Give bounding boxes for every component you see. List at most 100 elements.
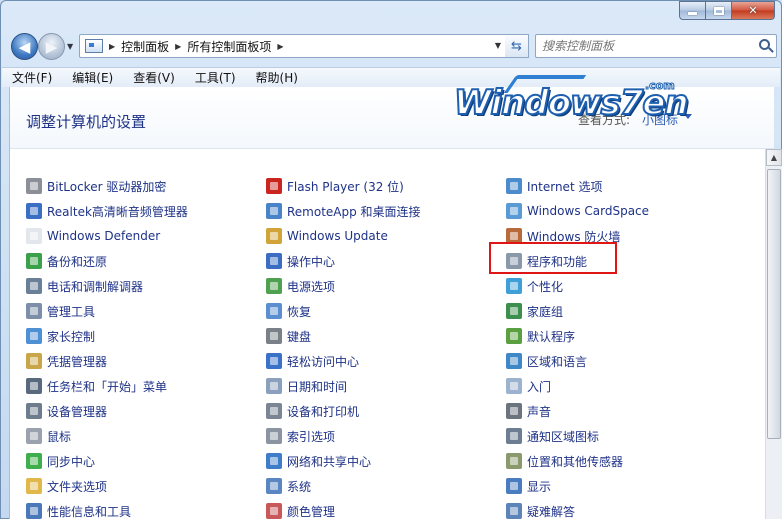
control-panel-item[interactable]: 文件夹选项 [26, 475, 107, 497]
control-panel-item[interactable]: 入门 [506, 375, 551, 397]
close-button[interactable]: ✕ [731, 1, 775, 20]
back-arrow-icon: ◀ [18, 37, 31, 56]
control-panel-item[interactable]: 显示 [506, 475, 551, 497]
refresh-button[interactable]: ⇆ [505, 34, 529, 58]
control-panel-item-label: 轻松访问中心 [287, 354, 360, 369]
control-panel-item-label: 家长控制 [47, 329, 96, 344]
menu-help[interactable]: 帮助(H) [256, 69, 298, 86]
vertical-scrollbar[interactable]: ▲ [765, 149, 782, 519]
address-bar[interactable]: ▶ 控制面板 ▶ 所有控制面板项 ▶ ▼ [79, 34, 507, 58]
control-panel-item[interactable]: 颜色管理 [266, 500, 335, 519]
scroll-thumb[interactable] [767, 169, 781, 439]
control-panel-item[interactable]: 同步中心 [26, 450, 95, 472]
sync-icon [26, 453, 42, 469]
control-panel-item[interactable]: 索引选项 [266, 425, 335, 447]
menu-view[interactable]: 查看(V) [133, 69, 175, 86]
window-frame: ✕ ◀ ▶ ▼ ▶ 控制面板 ▶ 所有控制面板项 ▶ ▼ ⇆ 文件(F) 编辑(… [0, 0, 782, 519]
control-panel-item[interactable]: 日期和时间 [266, 375, 347, 397]
control-panel-item[interactable]: 区域和语言 [506, 350, 587, 372]
logo-suffix: .com [645, 79, 676, 93]
bitlocker-icon [26, 178, 42, 194]
page-title: 调整计算机的设置 [26, 113, 147, 131]
watermark-logo: Windows7en .com [450, 65, 710, 125]
breadcrumb-control-panel[interactable]: 控制面板 [121, 38, 169, 55]
personalize-icon [506, 278, 522, 294]
control-panel-item[interactable]: 恢复 [266, 300, 311, 322]
chevron-right-icon[interactable]: ▶ [277, 42, 283, 51]
maximize-button[interactable] [705, 1, 731, 20]
control-panel-item[interactable]: 个性化 [506, 275, 563, 297]
control-panel-item[interactable]: RemoteApp 和桌面连接 [266, 200, 421, 222]
defender-icon [26, 228, 42, 244]
taskbar-icon [26, 378, 42, 394]
control-panel-item[interactable]: 管理工具 [26, 300, 95, 322]
back-button[interactable]: ◀ [11, 33, 38, 60]
search-input[interactable] [542, 35, 752, 57]
control-panel-item[interactable]: 鼠标 [26, 425, 71, 447]
control-panel-item[interactable]: 疑难解答 [506, 500, 575, 519]
minimize-icon [688, 12, 697, 15]
homegroup-icon [506, 303, 522, 319]
performance-icon [26, 503, 42, 519]
menu-edit[interactable]: 编辑(E) [72, 69, 113, 86]
control-panel-item-label: 声音 [527, 404, 552, 419]
address-history-dropdown[interactable]: ▼ [495, 41, 501, 50]
recent-pages-dropdown[interactable]: ▼ [67, 42, 73, 51]
control-panel-item[interactable]: 轻松访问中心 [266, 350, 359, 372]
control-panel-item[interactable]: 通知区域图标 [506, 425, 599, 447]
menu-tools[interactable]: 工具(T) [195, 69, 236, 86]
control-panel-item[interactable]: Windows Defender [26, 225, 160, 247]
control-panel-item[interactable]: Flash Player (32 位) [266, 175, 404, 197]
control-panel-item[interactable]: BitLocker 驱动器加密 [26, 175, 166, 197]
search-box[interactable] [535, 34, 777, 58]
control-panel-item[interactable]: 系统 [266, 475, 311, 497]
control-panel-item[interactable]: 凭据管理器 [26, 350, 107, 372]
breadcrumb-all-items[interactable]: 所有控制面板项 [187, 38, 271, 55]
scroll-up-button[interactable]: ▲ [766, 149, 782, 166]
chevron-right-icon[interactable]: ▶ [175, 42, 181, 51]
datetime-icon [266, 378, 282, 394]
control-panel-item-label: 区域和语言 [527, 354, 588, 369]
control-panel-item[interactable]: 备份和还原 [26, 250, 107, 272]
control-panel-item[interactable]: 性能信息和工具 [26, 500, 131, 519]
index-icon [266, 428, 282, 444]
control-panel-item[interactable]: 位置和其他传感器 [506, 450, 623, 472]
control-panel-item[interactable]: 任务栏和「开始」菜单 [26, 375, 167, 397]
control-panel-item[interactable]: 声音 [506, 400, 551, 422]
search-icon[interactable] [759, 39, 770, 50]
control-panel-item[interactable]: 网络和共享中心 [266, 450, 371, 472]
control-panel-item-label: BitLocker 驱动器加密 [47, 179, 167, 194]
control-panel-item[interactable]: 电源选项 [266, 275, 335, 297]
control-panel-item-label: 通知区域图标 [527, 429, 600, 444]
control-panel-item[interactable]: Windows Update [266, 225, 388, 247]
control-panel-item[interactable]: 家长控制 [26, 325, 95, 347]
control-panel-item[interactable]: 键盘 [266, 325, 311, 347]
control-panel-item-label: 日期和时间 [287, 379, 348, 394]
control-panel-item-label: 网络和共享中心 [287, 454, 372, 469]
control-panel-item[interactable]: 默认程序 [506, 325, 575, 347]
control-panel-item-label: 性能信息和工具 [47, 504, 132, 519]
control-panel-item[interactable]: Windows CardSpace [506, 200, 649, 222]
chevron-right-icon[interactable]: ▶ [109, 42, 115, 51]
control-panel-item[interactable]: 电话和调制解调器 [26, 275, 143, 297]
control-panel-item[interactable]: Internet 选项 [506, 175, 602, 197]
control-panel-item[interactable]: 设备和打印机 [266, 400, 359, 422]
system-icon [266, 478, 282, 494]
control-panel-item-label: 键盘 [287, 329, 312, 344]
forward-button[interactable]: ▶ [38, 33, 65, 60]
control-panel-item-label: 家庭组 [527, 304, 564, 319]
parental-control-icon [26, 328, 42, 344]
minimize-button[interactable] [679, 1, 705, 20]
getting-started-icon [506, 378, 522, 394]
control-panel-item-label: 个性化 [527, 279, 564, 294]
control-panel-item[interactable]: 设备管理器 [26, 400, 107, 422]
realtek-icon [26, 203, 42, 219]
device-manager-icon [26, 403, 42, 419]
control-panel-item[interactable]: 操作中心 [266, 250, 335, 272]
control-panel-item-label: Windows CardSpace [527, 204, 650, 218]
menu-file[interactable]: 文件(F) [12, 69, 52, 86]
sound-icon [506, 403, 522, 419]
control-panel-item[interactable]: 家庭组 [506, 300, 563, 322]
display-icon [506, 478, 522, 494]
control-panel-item[interactable]: Realtek高清晰音频管理器 [26, 200, 188, 222]
